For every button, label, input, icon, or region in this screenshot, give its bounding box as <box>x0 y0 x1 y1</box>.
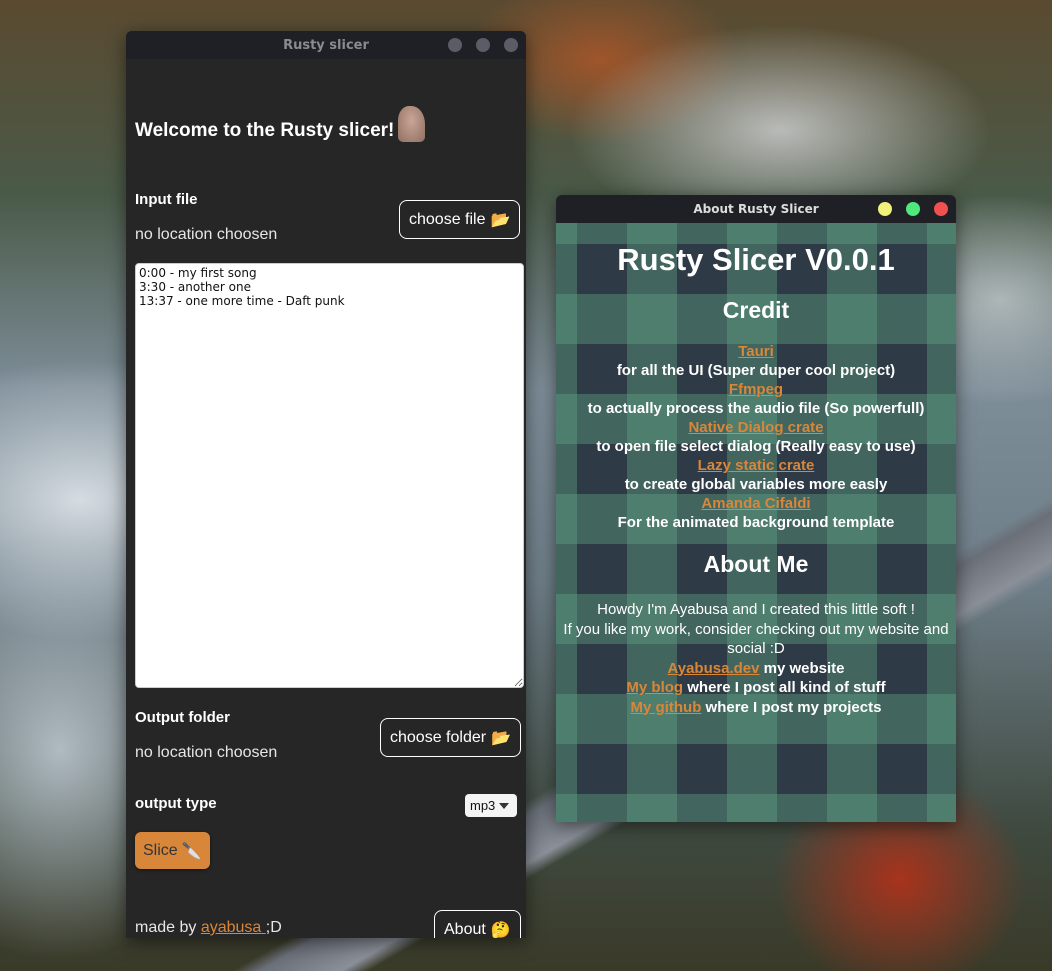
credit-desc: For the animated background template <box>617 514 895 531</box>
output-type-value: mp3 <box>470 798 496 813</box>
link-desc: my website <box>759 659 845 677</box>
credit-heading: Credit <box>722 297 790 323</box>
credit-item: Ffmpeg to actually process the audio file… <box>556 380 956 418</box>
output-folder-label: Output folder <box>135 709 230 726</box>
output-type-label: output type <box>135 795 217 812</box>
slice-label: Slice <box>143 841 178 859</box>
choose-file-button[interactable]: choose file 📂 <box>399 200 521 239</box>
intro-line: Howdy I'm Ayabusa and I created this lit… <box>597 601 915 618</box>
credit-link-amanda-cifaldi[interactable]: Amanda Cifaldi <box>701 495 810 512</box>
output-location: no location choosen <box>135 744 278 761</box>
website-link[interactable]: Ayabusa.dev <box>667 660 759 677</box>
knife-icon: 🔪 <box>181 842 202 860</box>
output-type-select[interactable]: mp3 <box>465 794 517 817</box>
link-desc: where I post all kind of stuff <box>683 679 886 696</box>
about-label: About <box>444 920 486 938</box>
credit-desc: to open file select dialog (Really easy … <box>596 438 916 455</box>
github-link[interactable]: My github <box>631 699 702 716</box>
minimize-button[interactable] <box>878 202 892 216</box>
timestamps-textarea[interactable]: 0:00 - my first song 3:30 - another one … <box>135 263 524 688</box>
choose-folder-label: choose folder <box>390 728 487 746</box>
link-desc: where I post my projects <box>701 698 882 716</box>
credit-link-tauri[interactable]: Tauri <box>738 343 774 360</box>
close-button[interactable] <box>934 202 948 216</box>
rusty-slicer-window: Rusty slicer Welcome to the Rusty slicer… <box>126 31 526 938</box>
credit-link-native-dialog[interactable]: Native Dialog crate <box>688 419 823 436</box>
credit-item: Native Dialog crate to open file select d… <box>556 418 956 456</box>
maximize-button[interactable] <box>476 38 490 52</box>
chevron-down-icon <box>499 802 510 809</box>
folder-icon: 📂 <box>491 729 511 747</box>
credit-desc: to create global variables more easly <box>624 476 888 493</box>
credit-desc: for all the UI (Super duper cool project… <box>616 362 896 379</box>
credit-link-ffmpeg[interactable]: Ffmpeg <box>729 381 783 398</box>
choose-folder-button[interactable]: choose folder 📂 <box>380 718 521 757</box>
credits-list: Tauri for all the UI (Super duper cool pr… <box>556 342 956 532</box>
credit-item: Tauri for all the UI (Super duper cool pr… <box>556 342 956 380</box>
author-link[interactable]: ayabusa <box>201 919 266 936</box>
thinking-face-icon: 🤔 <box>490 921 511 939</box>
about-window-title: About Rusty Slicer <box>693 202 819 216</box>
app-version-heading: Rusty Slicer V0.0.1 <box>617 242 895 277</box>
slice-button[interactable]: Slice 🔪 <box>135 832 210 869</box>
title-bar[interactable]: Rusty slicer <box>126 31 526 59</box>
avatar-image <box>398 106 426 142</box>
intro-line: If you like my work, consider checking o… <box>563 620 949 658</box>
about-window: About Rusty Slicer Rusty Slicer V0.0.1 C… <box>556 195 956 822</box>
about-content: Rusty Slicer V0.0.1 Credit Tauri for all … <box>556 223 956 822</box>
welcome-heading: Welcome to the Rusty slicer! <box>135 106 426 142</box>
about-me-heading: About Me <box>703 551 809 577</box>
window-title: Rusty slicer <box>283 37 369 53</box>
about-button[interactable]: About 🤔 <box>434 910 521 938</box>
close-button[interactable] <box>504 38 518 52</box>
blog-link[interactable]: My blog <box>626 679 683 696</box>
about-title-bar[interactable]: About Rusty Slicer <box>556 195 956 223</box>
credit-item: Amanda Cifaldi For the animated backgroun… <box>556 494 956 532</box>
credit-link-lazy-static[interactable]: Lazy static crate <box>698 457 815 474</box>
made-by-text: made by <box>135 919 197 936</box>
folder-icon: 📂 <box>490 211 511 229</box>
choose-file-label: choose file <box>409 210 486 228</box>
about-me-text: Howdy I'm Ayabusa and I created this lit… <box>556 600 956 717</box>
credit-item: Lazy static crate to create global variab… <box>556 456 956 494</box>
made-by-suffix: ;D <box>265 919 282 936</box>
input-file-label: Input file <box>135 191 198 208</box>
minimize-button[interactable] <box>448 38 462 52</box>
credit-desc: to actually process the audio file (So p… <box>587 400 925 417</box>
made-by-footer: made by ayabusa ;D <box>135 919 282 937</box>
welcome-text: Welcome to the Rusty slicer! <box>135 120 395 141</box>
input-location: no location choosen <box>135 226 278 243</box>
maximize-button[interactable] <box>906 202 920 216</box>
